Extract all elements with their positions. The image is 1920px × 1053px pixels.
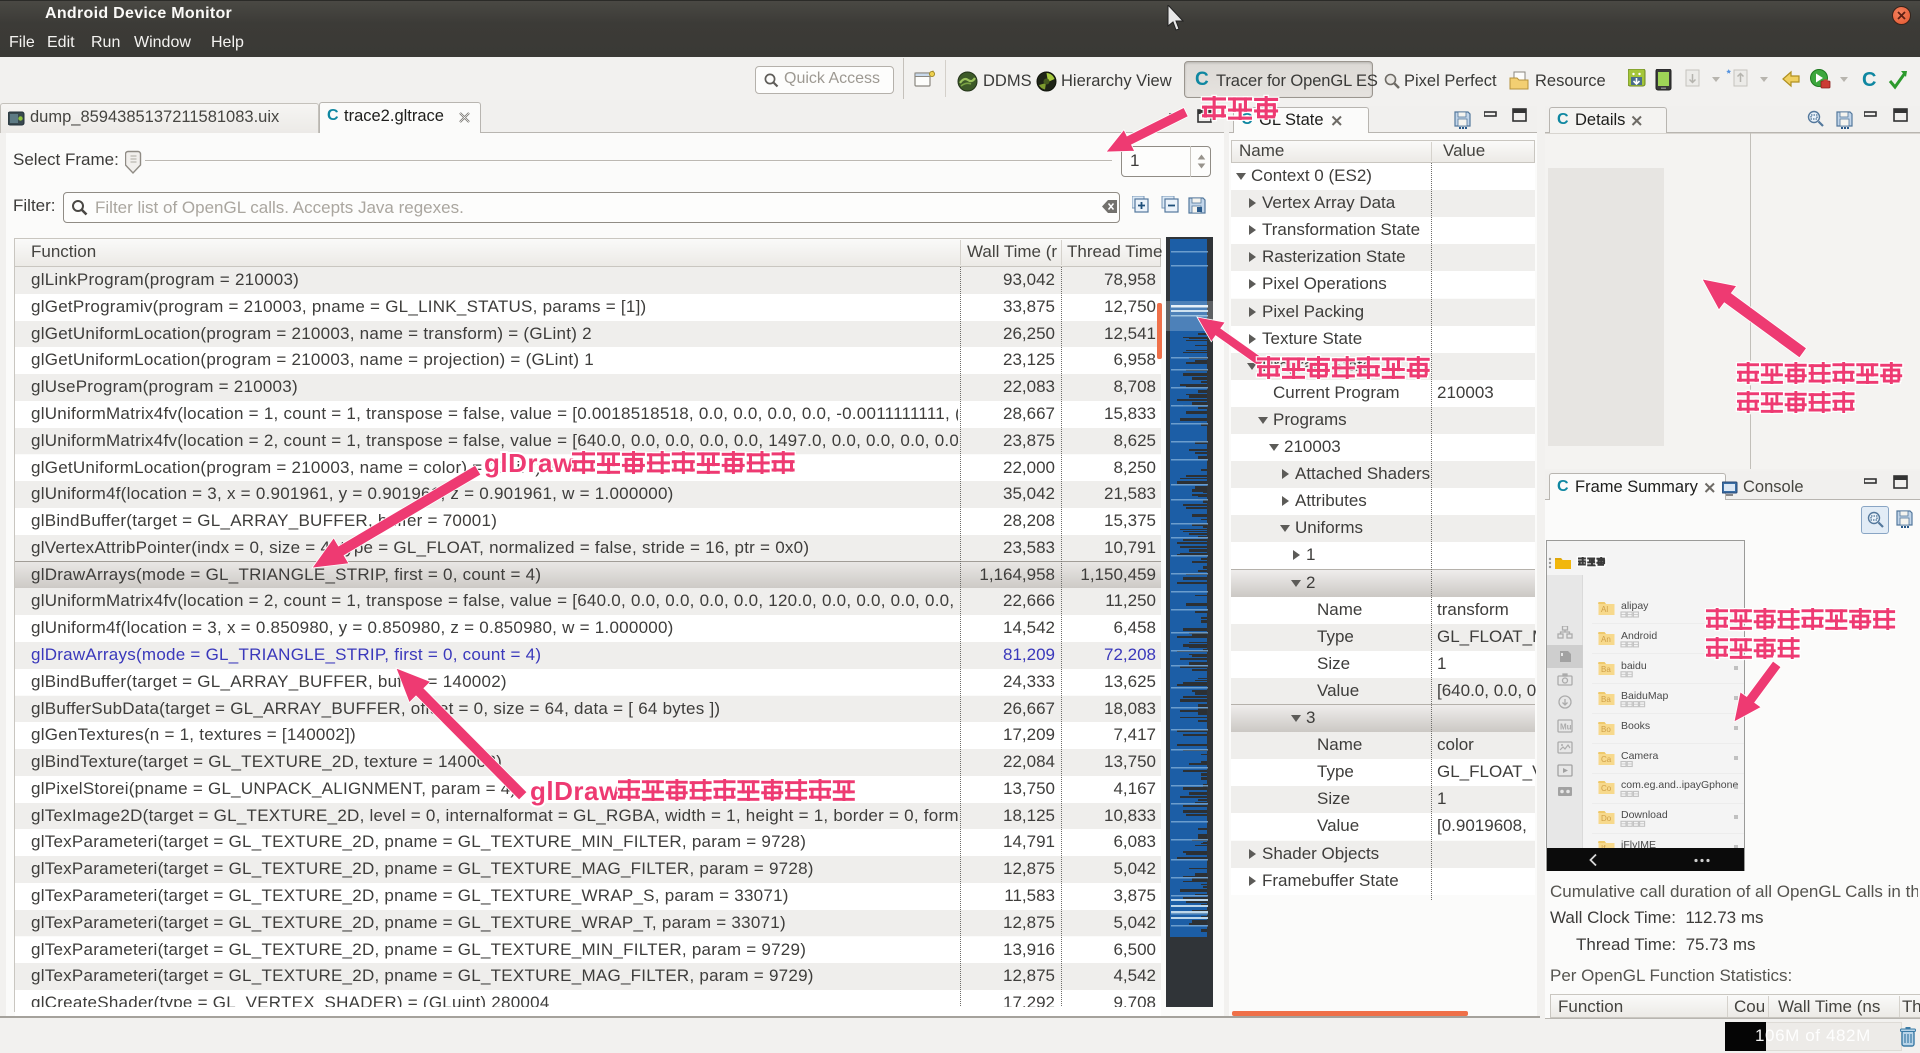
svg-text:Co: Co	[1601, 784, 1612, 793]
svg-text:Do: Do	[1601, 814, 1612, 823]
svg-text:An: An	[1601, 635, 1611, 644]
svg-text:Ca: Ca	[1601, 755, 1612, 764]
svg-text:Ba: Ba	[1601, 695, 1611, 704]
svg-text:Al: Al	[1601, 605, 1608, 614]
svg-text:Bo: Bo	[1601, 725, 1611, 734]
svg-text:Ba: Ba	[1601, 665, 1611, 674]
svg-text:C: C	[1862, 69, 1876, 91]
svg-text:Mu: Mu	[1560, 723, 1572, 732]
